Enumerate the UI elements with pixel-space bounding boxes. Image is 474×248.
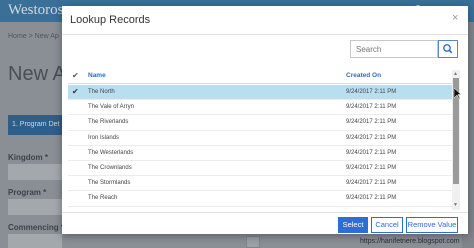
row-created-on: 9/24/2017 2:11 PM bbox=[346, 119, 397, 126]
remove-value-button[interactable]: Remove Value bbox=[406, 217, 458, 233]
tab-program-details[interactable]: 1. Program Det bbox=[8, 115, 64, 135]
select-all-checkmark-icon[interactable]: ✔ bbox=[72, 71, 79, 80]
row-name: The Riverlands bbox=[88, 119, 129, 126]
row-name: The Vale of Arryn bbox=[88, 104, 134, 111]
row-name: The North bbox=[88, 89, 115, 95]
program-field[interactable] bbox=[8, 199, 62, 215]
search-icon bbox=[443, 44, 453, 54]
table-row[interactable]: The Reach 9/24/2017 2:11 PM bbox=[68, 191, 452, 207]
brand-name: Westoros bbox=[8, 2, 64, 18]
row-created-on: 9/24/2017 2:11 PM bbox=[346, 149, 397, 156]
row-created-on: 9/24/2017 2:11 PM bbox=[346, 180, 397, 187]
row-created-on: 9/24/2017 2:11 PM bbox=[346, 134, 397, 141]
table-row[interactable]: The Vale of Arryn 9/24/2017 2:11 PM bbox=[68, 100, 452, 116]
row-created-on: 9/24/2017 2:11 PM bbox=[346, 164, 397, 171]
breadcrumb: Home > New Ap bbox=[8, 33, 59, 40]
background-search-button[interactable] bbox=[246, 236, 260, 248]
row-created-on: 9/24/2017 2:11 PM bbox=[346, 104, 397, 111]
cancel-button[interactable]: Cancel bbox=[371, 217, 403, 233]
program-label: Program * bbox=[8, 188, 47, 197]
table-row[interactable]: The Westerlands 9/24/2017 2:11 PM bbox=[68, 146, 452, 161]
scroll-up-arrow-icon[interactable]: ▲ bbox=[453, 71, 458, 77]
commencing-label: Commencing * bbox=[8, 223, 65, 232]
search-input[interactable] bbox=[350, 40, 438, 58]
grid-rows: ✔ The North 9/24/2017 2:11 PM The Vale of A… bbox=[68, 85, 452, 207]
grid-header: ✔ Name Created On bbox=[68, 68, 452, 84]
table-row[interactable]: The Crownlands 9/24/2017 2:11 PM bbox=[68, 161, 452, 177]
dialog-title: Lookup Records bbox=[70, 14, 151, 26]
table-row[interactable]: The Stormlands 9/24/2017 2:11 PM bbox=[68, 176, 452, 192]
checkmark-icon[interactable]: ✔ bbox=[72, 87, 79, 96]
column-header-name[interactable]: Name bbox=[88, 72, 106, 79]
row-name: The Westerlands bbox=[88, 149, 134, 156]
row-name: Iron Islands bbox=[88, 134, 120, 141]
records-grid: ✔ Name Created On ✔ The North 9/24/2017 2:… bbox=[68, 68, 452, 210]
row-created-on: 9/24/2017 2:11 PM bbox=[346, 89, 397, 95]
table-row[interactable]: Iron Islands 9/24/2017 2:11 PM bbox=[68, 131, 452, 146]
row-name: The Reach bbox=[88, 195, 118, 202]
mouse-cursor-icon bbox=[454, 88, 462, 100]
table-row[interactable]: The Riverlands 9/24/2017 2:11 PM bbox=[68, 115, 452, 131]
lookup-records-dialog: Lookup Records × ✔ Name Created On ✔ The … bbox=[62, 6, 468, 234]
row-name: The Crownlands bbox=[88, 164, 132, 171]
header-divider bbox=[62, 34, 468, 35]
row-created-on: 9/24/2017 2:11 PM bbox=[346, 195, 397, 202]
search-button[interactable] bbox=[438, 40, 458, 58]
close-icon[interactable]: × bbox=[452, 12, 458, 24]
row-name: The Stormlands bbox=[88, 180, 131, 187]
kingdom-field[interactable] bbox=[8, 164, 62, 180]
kingdom-label: Kingdom * bbox=[8, 153, 48, 162]
footer-url: https://hanifetnere.blogspot.com bbox=[360, 238, 460, 245]
footer-divider bbox=[62, 212, 468, 213]
scroll-down-arrow-icon[interactable]: ▼ bbox=[453, 202, 458, 208]
page-title: New A bbox=[8, 63, 66, 85]
commencing-field[interactable] bbox=[8, 234, 62, 248]
table-row[interactable]: ✔ The North 9/24/2017 2:11 PM bbox=[68, 85, 452, 101]
select-button[interactable]: Select bbox=[338, 217, 368, 233]
column-header-created-on[interactable]: Created On bbox=[346, 72, 381, 79]
